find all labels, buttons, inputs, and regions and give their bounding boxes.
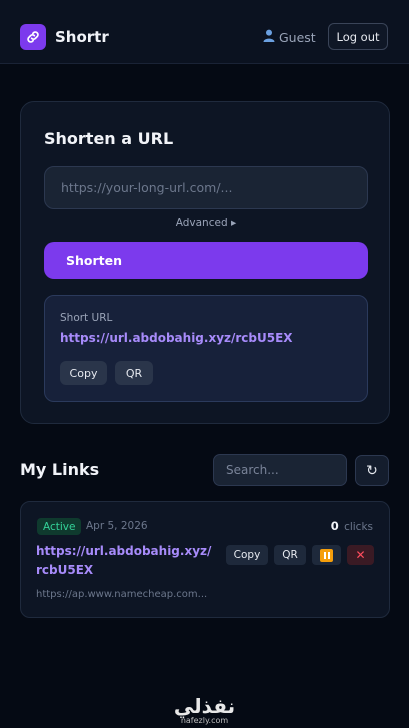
shorten-card: Shorten a URL Advanced ▸ Shorten Short U… xyxy=(20,101,390,424)
link-date: Apr 5, 2026 xyxy=(86,520,148,532)
refresh-icon: ↻ xyxy=(366,462,378,479)
close-icon: ✕ xyxy=(355,548,366,562)
footer-logo: نفذلي nafezly.com xyxy=(0,696,409,726)
link-original-url: https://ap.www.namecheap.com... xyxy=(36,589,208,600)
shorten-title: Shorten a URL xyxy=(44,129,174,148)
status-badge: Active xyxy=(37,518,82,535)
footer-brand-latin: nafezly.com xyxy=(180,716,229,725)
click-count: 0 clicks xyxy=(331,519,373,533)
result-qr-button[interactable]: QR xyxy=(115,361,153,385)
link-short-url[interactable]: https://url.abdobahig.xyz/rcbU5EX xyxy=(36,542,216,580)
result-label: Short URL xyxy=(60,312,113,324)
top-bar: Shortr Guest Log out xyxy=(0,0,409,64)
click-count-value: 0 xyxy=(330,519,339,533)
copy-button[interactable]: Copy xyxy=(226,545,268,565)
click-count-label: clicks xyxy=(344,521,373,533)
logout-button[interactable]: Log out xyxy=(328,23,388,50)
user-indicator: Guest xyxy=(263,29,316,45)
footer-brand-arabic: نفذلي xyxy=(173,694,236,718)
link-item: Active Apr 5, 2026 0 clicks https://url.… xyxy=(20,501,390,618)
app-title[interactable]: Shortr xyxy=(55,28,109,46)
delete-button[interactable]: ✕ xyxy=(347,545,374,565)
user-label: Guest xyxy=(279,29,316,45)
pause-button[interactable] xyxy=(312,545,341,565)
result-copy-button[interactable]: Copy xyxy=(60,361,107,385)
qr-button[interactable]: QR xyxy=(274,545,306,565)
my-links-title: My Links xyxy=(20,460,100,479)
link-logo-icon[interactable] xyxy=(20,24,46,50)
result-panel: Short URL https://url.abdobahig.xyz/rcbU… xyxy=(44,295,368,402)
pause-icon xyxy=(320,548,333,562)
refresh-button[interactable]: ↻ xyxy=(355,455,389,486)
url-input[interactable] xyxy=(44,166,368,209)
advanced-toggle[interactable]: Advanced ▸ xyxy=(21,217,391,229)
search-input[interactable] xyxy=(213,454,347,486)
result-short-url[interactable]: https://url.abdobahig.xyz/rcbU5EX xyxy=(60,331,293,345)
shorten-button[interactable]: Shorten xyxy=(44,242,368,279)
user-icon xyxy=(263,29,275,45)
